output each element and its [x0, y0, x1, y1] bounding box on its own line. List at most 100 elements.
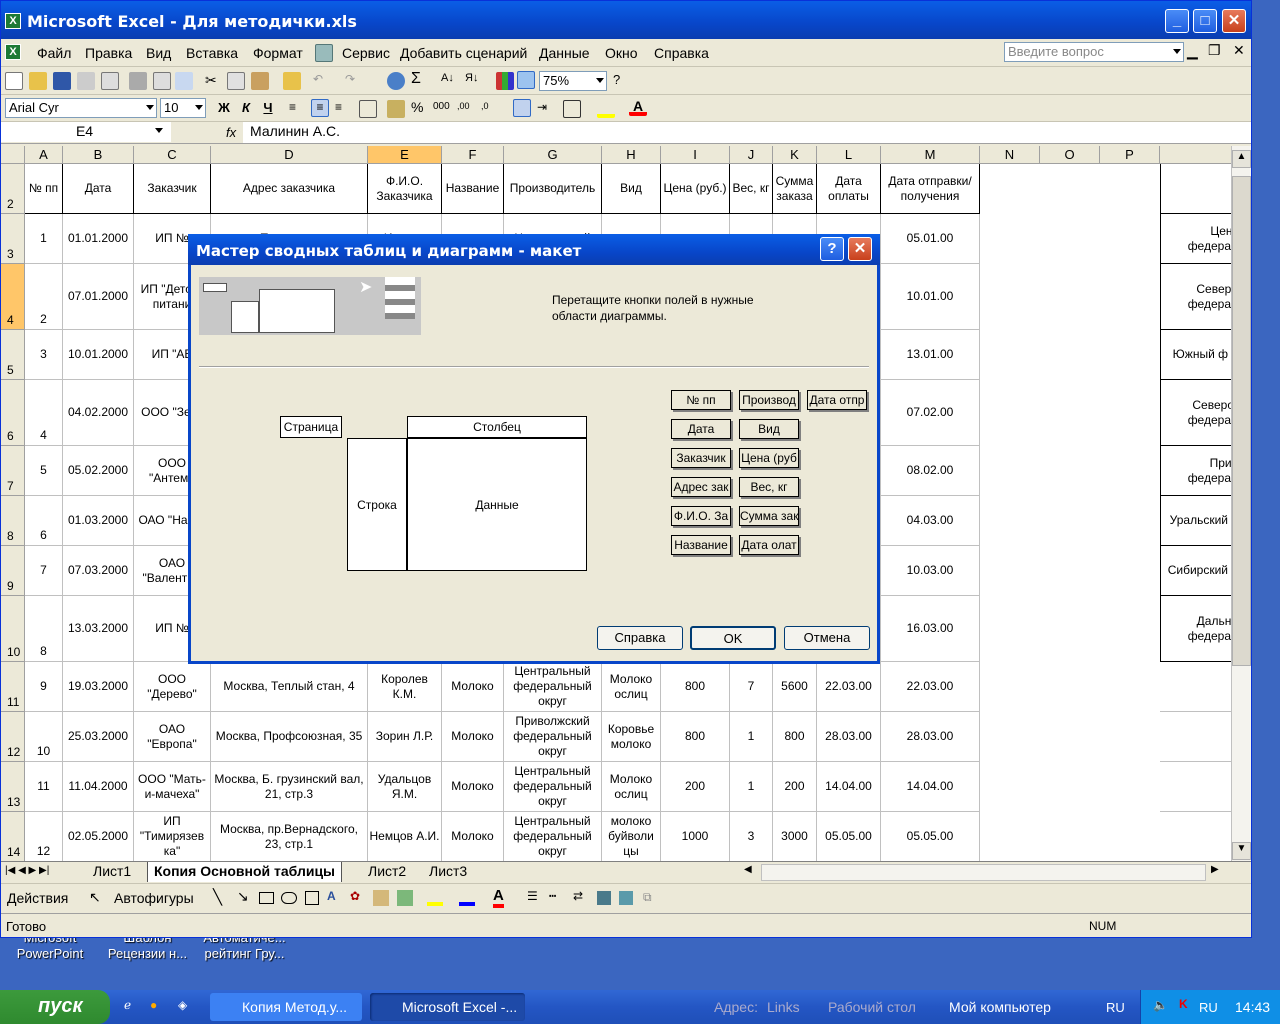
table-cell[interactable]: 1000 — [661, 812, 730, 861]
desktop-toolbar[interactable]: Рабочий стол — [828, 999, 916, 1015]
arrow-icon[interactable]: ↘ — [237, 888, 249, 905]
field-button[interactable]: Дата олат — [739, 535, 799, 555]
print-preview-icon[interactable] — [101, 72, 119, 90]
table-cell[interactable]: Зорин Л.Р. — [368, 712, 442, 762]
textbox-icon[interactable] — [305, 891, 319, 905]
table-cell[interactable]: 1 — [25, 214, 63, 264]
fx-icon[interactable]: fx — [226, 125, 236, 140]
field-button[interactable]: Заказчик — [671, 448, 731, 468]
table-cell[interactable]: ООО "Мать-и-мачеха" — [134, 762, 211, 812]
paste-icon[interactable] — [251, 72, 269, 90]
table-cell[interactable]: ОАО "Европа" — [134, 712, 211, 762]
ink-icon[interactable]: ⧉ — [643, 890, 652, 905]
save-icon[interactable] — [53, 72, 71, 90]
italic-button[interactable]: К — [237, 100, 255, 118]
table-cell[interactable]: 3000 — [773, 812, 817, 861]
row-header[interactable]: 13 — [1, 762, 25, 812]
column-header[interactable]: G — [504, 146, 602, 164]
line-icon[interactable]: ╲ — [213, 888, 222, 906]
doc-close-icon[interactable]: ✕ — [1233, 42, 1245, 59]
menu-add-scenario[interactable]: Добавить сценарий — [400, 45, 527, 61]
menu-data[interactable]: Данные — [539, 45, 590, 61]
maximize-button[interactable]: □ — [1193, 9, 1217, 33]
scenario-icon[interactable] — [315, 44, 333, 62]
table-cell[interactable]: Молоко — [442, 712, 504, 762]
field-button[interactable]: Адрес зак — [671, 477, 731, 497]
tab-sheet2[interactable]: Лист2 — [362, 862, 412, 882]
language-indicator[interactable]: RU — [1106, 1000, 1125, 1015]
table-cell[interactable]: 200 — [661, 762, 730, 812]
quicklaunch-media-icon[interactable]: ● — [150, 998, 157, 1012]
cancel-button[interactable]: Отмена — [784, 626, 870, 650]
region-cell[interactable]: Южный ф о — [1160, 330, 1231, 380]
merge-center-icon[interactable] — [359, 100, 377, 118]
row-header[interactable]: 4 — [1, 264, 25, 330]
chevron-down-icon[interactable] — [596, 78, 604, 83]
tray-language[interactable]: RU — [1199, 1000, 1218, 1015]
select-pointer-icon[interactable]: ↖ — [89, 889, 101, 906]
table-cell[interactable]: 3 — [25, 330, 63, 380]
column-header[interactable]: C — [134, 146, 211, 164]
clipart-icon[interactable] — [373, 890, 389, 906]
table-cell[interactable]: Москва, Профсоюзная, 35 — [211, 712, 368, 762]
row-header[interactable]: 7 — [1, 446, 25, 496]
table-cell[interactable]: ООО "Дерево" — [134, 662, 211, 712]
font-size-select[interactable]: 10 — [160, 98, 206, 118]
font-color-icon[interactable]: A — [629, 98, 647, 116]
select-all-corner[interactable] — [1, 146, 25, 164]
table-cell[interactable]: Москва, Б. грузинский вал, 21, стр.3 — [211, 762, 368, 812]
table-cell[interactable]: 08.02.00 — [881, 446, 980, 496]
table-cell[interactable]: 07.02.00 — [881, 380, 980, 446]
chart-wizard-icon[interactable] — [496, 72, 514, 90]
table-cell[interactable]: 01.01.2000 — [63, 214, 134, 264]
doc-minimize-icon[interactable]: ▁ — [1187, 43, 1198, 60]
field-button[interactable]: Дата — [671, 419, 731, 439]
help-icon[interactable]: ? — [613, 72, 631, 90]
fill-color-icon[interactable] — [597, 100, 615, 118]
table-cell[interactable]: 28.03.00 — [881, 712, 980, 762]
table-cell[interactable]: Молоко — [442, 662, 504, 712]
hscroll-left-icon[interactable]: ◀ — [744, 864, 752, 875]
field-button[interactable]: Название — [671, 535, 731, 555]
scroll-thumb[interactable] — [1232, 176, 1251, 666]
header-cell[interactable]: Ф.И.О. Заказчика — [368, 164, 442, 214]
volume-icon[interactable]: 🔈 — [1153, 998, 1168, 1012]
mycomputer-toolbar[interactable]: Мой компьютер — [949, 999, 1051, 1015]
column-header[interactable]: H — [602, 146, 661, 164]
links-label[interactable]: Links — [767, 999, 800, 1015]
table-cell[interactable]: Центральный федеральный округ — [504, 812, 602, 861]
borders-icon[interactable] — [563, 100, 581, 118]
doc-restore-icon[interactable]: ❐ — [1208, 42, 1221, 59]
menu-view[interactable]: Вид — [146, 45, 171, 61]
menu-insert[interactable]: Вставка — [186, 45, 238, 61]
chevron-down-icon[interactable] — [195, 105, 203, 110]
table-cell[interactable]: Москва, Теплый стан, 4 — [211, 662, 368, 712]
table-cell[interactable]: 14.04.00 — [817, 762, 881, 812]
redo-icon[interactable]: ↷ — [345, 72, 363, 90]
line-style-icon[interactable]: ☰ — [527, 889, 538, 903]
column-header[interactable] — [1160, 146, 1231, 164]
column-header[interactable]: B — [63, 146, 134, 164]
region-cell[interactable]: Цент федерал — [1160, 214, 1231, 264]
autoshapes-menu[interactable]: Автофигуры — [114, 890, 194, 906]
table-cell[interactable]: 8 — [25, 596, 63, 662]
row-header[interactable]: 14 — [1, 812, 25, 861]
header-cell[interactable]: Заказчик — [134, 164, 211, 214]
page-zone[interactable]: Страница — [280, 416, 342, 438]
table-cell[interactable]: Молоко — [442, 762, 504, 812]
dialog-close-button[interactable]: ✕ — [848, 237, 872, 261]
horizontal-scrollbar[interactable] — [761, 864, 1206, 881]
underline-button[interactable]: Ч — [259, 100, 277, 118]
tab-sheet1[interactable]: Лист1 — [87, 862, 137, 882]
column-header[interactable]: J — [730, 146, 773, 164]
oval-icon[interactable] — [281, 892, 297, 904]
table-cell[interactable]: 200 — [773, 762, 817, 812]
chevron-down-icon[interactable] — [146, 105, 154, 110]
header-cell[interactable]: Дата — [63, 164, 134, 214]
region-cell[interactable]: Северо- федерал — [1160, 380, 1231, 446]
table-cell[interactable]: молоко буйволи цы — [602, 812, 661, 861]
table-cell[interactable]: 800 — [661, 662, 730, 712]
column-header[interactable]: K — [773, 146, 817, 164]
print-icon[interactable] — [129, 72, 147, 90]
row-header[interactable]: 6 — [1, 380, 25, 446]
